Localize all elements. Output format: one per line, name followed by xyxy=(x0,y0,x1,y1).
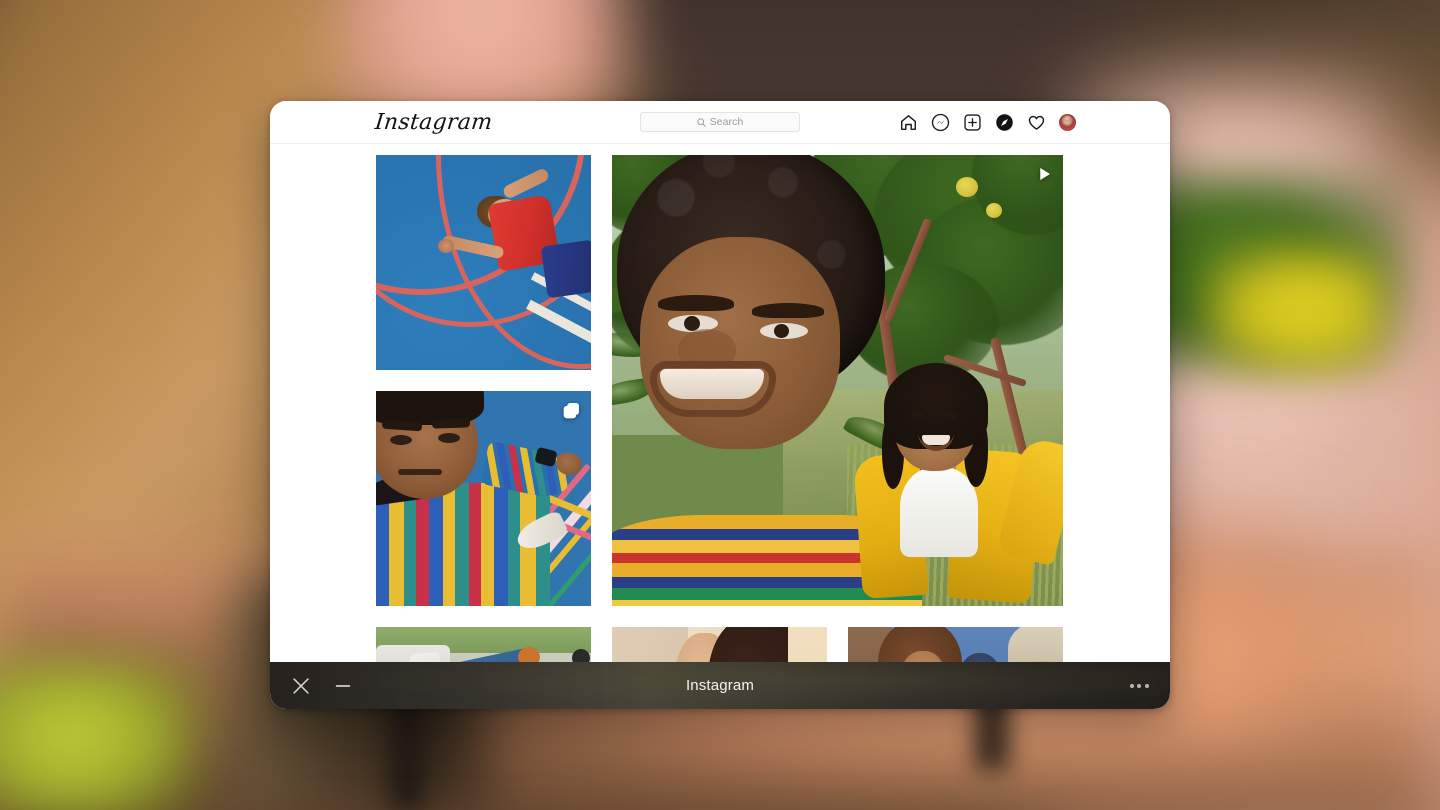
shirt-stripe xyxy=(481,483,494,606)
shirt-stripe xyxy=(494,483,508,606)
girl-eye xyxy=(945,411,958,419)
boy-eyebrow xyxy=(752,303,824,318)
girl-teeth xyxy=(922,435,950,445)
shirt-stripe xyxy=(612,600,922,606)
search-icon xyxy=(697,118,706,127)
dot xyxy=(1145,684,1149,688)
boy-eyebrow xyxy=(658,295,734,311)
grid-post-profile-portrait[interactable] xyxy=(612,627,827,662)
man-eye xyxy=(390,435,412,445)
profile-avatar[interactable] xyxy=(1059,114,1076,131)
shirt-stripe xyxy=(455,483,469,606)
grid-post-striped-shirt[interactable] xyxy=(376,391,591,606)
video-play-icon xyxy=(1035,165,1053,188)
window-title: Instagram xyxy=(270,677,1170,694)
shirt-stripe xyxy=(443,483,455,606)
boy-teeth xyxy=(660,369,764,399)
explore-icon[interactable] xyxy=(995,113,1014,132)
girl-eye xyxy=(912,411,925,419)
man-eye xyxy=(438,433,460,443)
grid-post-court-lying[interactable] xyxy=(376,155,591,370)
man-eyebrow xyxy=(432,418,470,428)
tree-fruit xyxy=(986,203,1002,218)
shirt-stripe xyxy=(416,483,429,606)
new-post-icon[interactable] xyxy=(963,113,982,132)
carousel-icon xyxy=(562,401,581,425)
shirt-stripe xyxy=(508,483,520,606)
shirt-stripe xyxy=(469,483,481,606)
wall-light xyxy=(788,627,827,662)
search-input[interactable]: Search xyxy=(640,112,800,132)
girl-white-top xyxy=(900,467,978,557)
photo-grid-scroll[interactable] xyxy=(270,144,1170,662)
search-placeholder-text: Search xyxy=(710,116,744,128)
dot xyxy=(1130,684,1134,688)
boy-face xyxy=(640,237,840,449)
person-hand xyxy=(438,239,454,253)
photo-grid xyxy=(376,155,1063,662)
minimize-icon[interactable] xyxy=(326,669,360,703)
grid-post-skateboard[interactable] xyxy=(376,627,591,662)
dot xyxy=(1137,684,1141,688)
boy-pupil xyxy=(774,324,789,338)
woman-hair xyxy=(708,627,800,662)
instagram-logo[interactable]: Instagram xyxy=(374,110,494,135)
skateboard-wheel xyxy=(572,649,590,662)
background-green-bottom-left xyxy=(0,660,200,810)
tree-fruit xyxy=(956,177,978,197)
wall-shadow xyxy=(612,627,688,662)
grid-post-group-friends[interactable] xyxy=(848,627,1063,662)
background-yellow-fruit xyxy=(1205,245,1385,375)
window-control-bar: Instagram xyxy=(270,662,1170,709)
activity-heart-icon[interactable] xyxy=(1027,113,1046,132)
person-middle xyxy=(958,653,1002,662)
skateboard-wheel xyxy=(518,647,540,662)
person-shorts xyxy=(541,240,591,299)
app-header: Instagram Search xyxy=(270,101,1170,144)
header-nav xyxy=(899,113,1076,132)
hat xyxy=(1008,627,1063,662)
shirt-stripe xyxy=(429,483,443,606)
man-mouth xyxy=(398,469,442,475)
home-icon[interactable] xyxy=(899,113,918,132)
shirt-stripe xyxy=(404,483,416,606)
more-options-icon[interactable] xyxy=(1122,669,1156,703)
messenger-icon[interactable] xyxy=(931,113,950,132)
boy-pupil xyxy=(684,316,700,331)
close-icon[interactable] xyxy=(284,669,318,703)
grid-post-garden-selfie[interactable] xyxy=(612,155,1063,606)
instagram-window: Instagram Search xyxy=(270,101,1170,709)
